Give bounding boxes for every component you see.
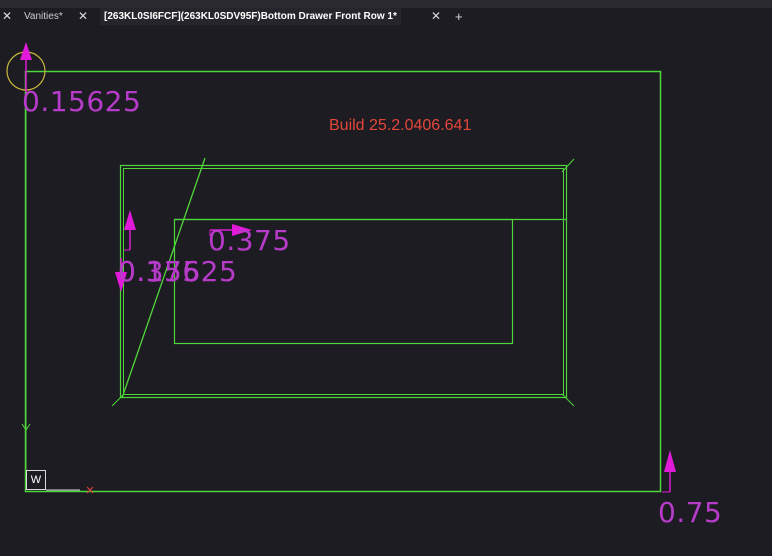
drawing-geometry — [6, 42, 676, 494]
dimension-top-left[interactable]: 0.15625 — [22, 88, 141, 116]
dimension-inner-horizontal[interactable]: 0.375 — [208, 227, 291, 255]
cad-window: ✕ Vanities* ✕ [263KL0SI6FCF](263KL0SDV95… — [0, 0, 772, 556]
dimension-arrowhead — [20, 42, 32, 60]
build-version-text: Build 25.2.0406.641 — [329, 117, 472, 134]
corner-tick — [561, 393, 575, 407]
dimension-bottom-right[interactable]: 0.75 — [658, 499, 722, 527]
dimension-inner-overlap-b[interactable]: 0.15625 — [118, 258, 237, 286]
dimension-arrowhead — [124, 210, 136, 230]
dimension-arrowhead — [664, 450, 676, 472]
drawing-canvas[interactable]: Build 25.2.0406.641 0.15625 0.375 0.375 … — [0, 25, 772, 556]
ucs-world-icon: W — [26, 470, 46, 490]
corner-tick — [111, 393, 125, 407]
